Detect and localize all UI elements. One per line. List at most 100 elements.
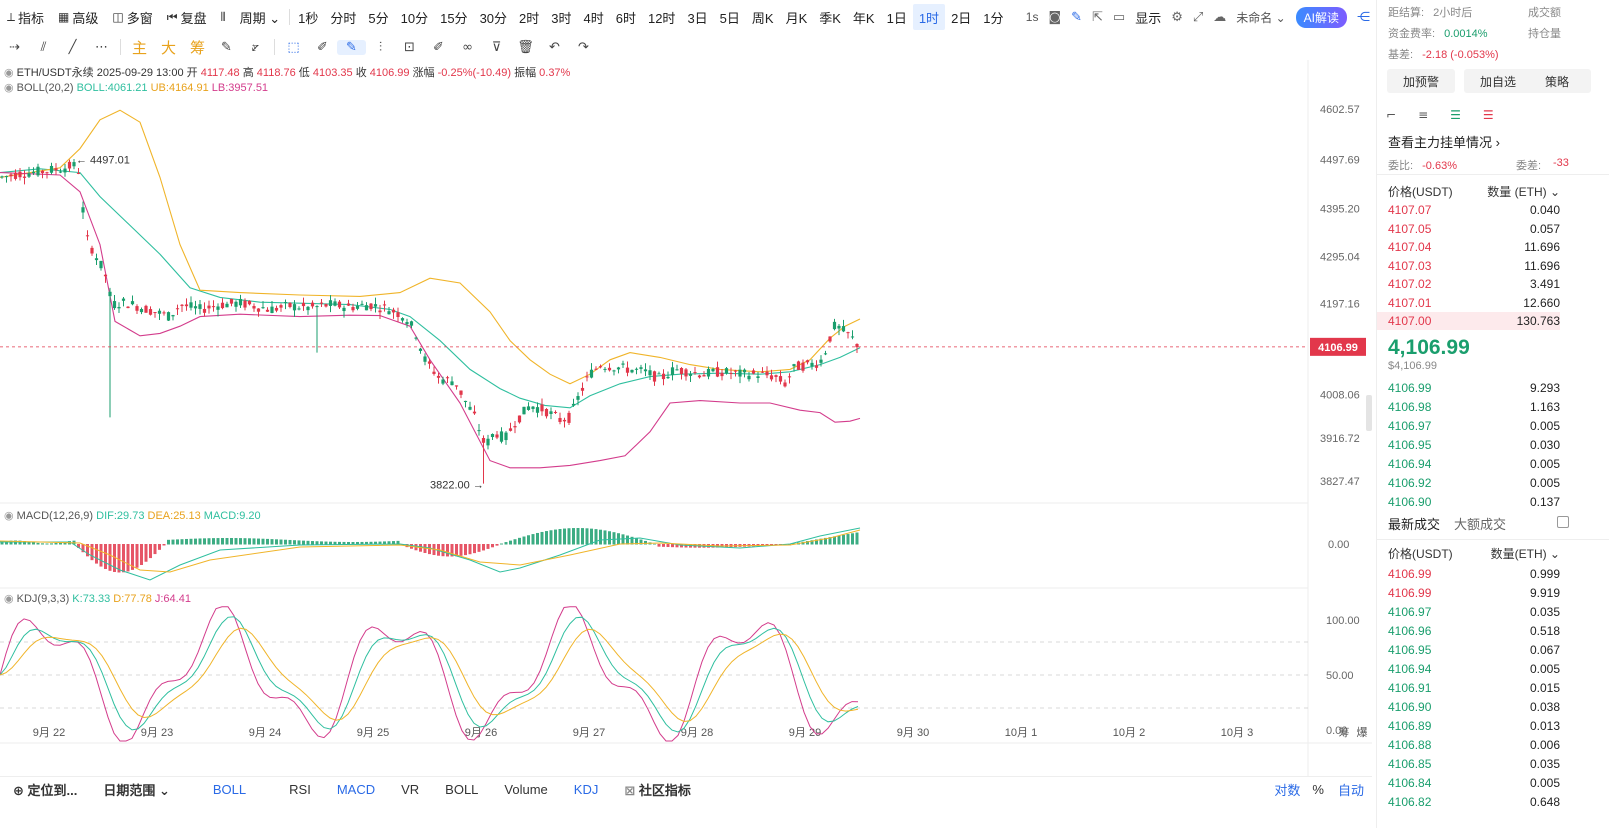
period-17[interactable]: 1日 [881,4,913,30]
bookmark-icon[interactable]: ▭ [1113,10,1125,25]
toolbar-item-4[interactable]: ⫴ [214,4,233,30]
share-window-icon[interactable]: ⇱ [1092,10,1103,25]
pencil-icon[interactable]: ✎ [1071,10,1082,25]
main-label[interactable]: 主 [125,37,154,58]
display-button[interactable]: 显示 [1135,8,1161,27]
share-icon[interactable]: ⋲ [1357,10,1370,25]
ai-interpret-button[interactable]: AI解读 [1295,6,1347,28]
kdj-name[interactable]: KDJ(9,3,3) [17,593,70,605]
h-line-icon[interactable]: ⇢ [0,40,29,55]
indicator-vr[interactable]: VR [388,782,432,797]
box-icon[interactable]: ⊡ [395,40,424,55]
bell-icon[interactable]: ◉ [4,82,17,94]
select-icon[interactable]: ⬚ [279,40,308,55]
bid-row[interactable]: 4106.95 0.030 [1388,436,1560,454]
trash-icon[interactable]: 🗑 [511,40,540,55]
filter-icon[interactable]: ⊽ [482,40,511,55]
toolbar-item-3[interactable]: ⏮ 复盘 [160,4,214,30]
period-1[interactable]: 分时 [324,4,362,30]
auto-scale-button[interactable]: 自动 [1330,780,1372,799]
burst-corner-label[interactable]: 爆 [1357,725,1368,739]
bid-row[interactable]: 4106.98 1.163 [1388,398,1560,416]
log-scale-button[interactable]: 对数 [1268,780,1306,799]
percent-scale-button[interactable]: % [1306,782,1330,797]
layout-name-select[interactable]: 未命名 ⌄ [1236,9,1285,26]
period-10[interactable]: 12时 [642,4,681,30]
indicator-rsi[interactable]: RSI [276,782,324,797]
period-16[interactable]: 年K [847,4,881,30]
ask-row[interactable]: 4107.03 11.696 [1388,257,1560,275]
more-icon[interactable]: ⋯ [87,40,116,55]
community-indicators-button[interactable]: ⊠ 社区指标 [611,780,704,799]
ask-row[interactable]: 4107.05 0.057 [1388,220,1560,238]
note-icon[interactable]: ✐ [424,40,453,55]
redo-icon[interactable]: ↷ [569,40,598,55]
tab-latest-trades[interactable]: 最新成交 [1388,514,1440,533]
ask-row[interactable]: 4107.02 3.491 [1388,275,1560,293]
boll-active-button[interactable]: BOLL [183,782,276,797]
price-chart[interactable]: 4602.57 4497.69 4395.20 4295.04 4197.16 4008.… [0,60,1372,776]
main-orders-link[interactable]: 查看主力挂单情况 › [1388,132,1500,151]
trades-qty-header[interactable]: 数量(ETH) ⌄ [1491,545,1560,562]
pen-icon[interactable]: ✐ [308,40,337,55]
period-18[interactable]: 1时 [912,4,946,30]
brush-icon[interactable]: ✎ [337,39,366,55]
date-range-button[interactable]: 日期范围 ⌄ [90,780,183,799]
bell-icon[interactable]: ◉ [4,510,17,522]
orderbook-both-icon[interactable]: ≡ [1418,108,1428,122]
period-20[interactable]: 1分 [977,4,1009,30]
big-label[interactable]: 大 [154,37,183,58]
ray-icon[interactable]: ⫽ [29,40,58,55]
orderbook-bids-icon[interactable]: ☰ [1450,108,1461,122]
boll-name[interactable]: BOLL(20,2) [17,82,74,94]
period-9[interactable]: 6时 [610,4,642,30]
period-0[interactable]: 1秒 [292,4,324,30]
bid-row[interactable]: 4106.94 0.005 [1388,455,1560,473]
period-5[interactable]: 30分 [474,4,513,30]
period-19[interactable]: 2日 [945,4,977,30]
ask-row[interactable]: 4107.00 130.763 [1377,312,1560,330]
gear-icon[interactable]: ⚙ [1171,10,1183,25]
toolbar-item-2[interactable]: ◫ 多窗 [105,4,159,30]
period-2[interactable]: 5分 [362,4,394,30]
seconds-toggle[interactable]: 1s [1026,10,1039,24]
period-11[interactable]: 3日 [681,4,713,30]
ask-row[interactable]: 4107.04 11.696 [1388,238,1560,256]
camera-icon[interactable]: ◙ [1048,10,1061,25]
toolbar-item-1[interactable]: ▦ 高级 [51,4,105,30]
undo-icon[interactable]: ↶ [540,40,569,55]
indicator-volume[interactable]: Volume [491,782,560,797]
indicator-macd[interactable]: MACD [324,782,388,797]
period-15[interactable]: 季K [813,4,847,30]
eye-icon[interactable]: ◉ [4,67,17,79]
indicator-boll[interactable]: BOLL [432,782,491,797]
large-trades-checkbox[interactable] [1557,516,1569,528]
bid-row[interactable]: 4106.99 9.293 [1388,379,1560,397]
bid-row[interactable]: 4106.97 0.005 [1388,417,1560,435]
period-7[interactable]: 3时 [545,4,577,30]
chip-label[interactable]: 筹 [183,37,212,58]
orderbook-asks-icon[interactable]: ☰ [1483,108,1494,122]
bid-row[interactable]: 4106.90 0.137 [1388,493,1560,511]
locate-button[interactable]: ⊕ 定位到... [0,780,90,799]
toolbar-item-5[interactable]: 周期 ⌄ [233,4,288,30]
candles-icon[interactable]: ⫶ [366,40,395,55]
link-icon[interactable]: ∞ [453,40,482,55]
indicator-kdj[interactable]: KDJ [561,782,612,797]
period-4[interactable]: 15分 [434,4,473,30]
period-6[interactable]: 2时 [513,4,545,30]
orderbook-mode-icon[interactable]: ⌐ [1386,108,1396,122]
ob-qty-header[interactable]: 数量 (ETH) ⌄ [1487,183,1560,200]
tab-large-trades[interactable]: 大额成交 [1454,514,1506,533]
line-icon[interactable]: ╱ [58,40,87,55]
period-14[interactable]: 月K [780,4,814,30]
edit-icon[interactable]: ✎ [212,40,241,55]
period-12[interactable]: 5日 [714,4,746,30]
macd-name[interactable]: MACD(12,26,9) [17,510,93,522]
ask-row[interactable]: 4107.07 0.040 [1388,201,1560,219]
add-watchlist-button[interactable]: 加自选 [1464,69,1532,93]
bid-row[interactable]: 4106.92 0.005 [1388,474,1560,492]
add-alert-button[interactable]: 加预警 [1387,69,1455,93]
bell-icon[interactable]: ◉ [4,593,17,605]
period-13[interactable]: 周K [746,4,780,30]
